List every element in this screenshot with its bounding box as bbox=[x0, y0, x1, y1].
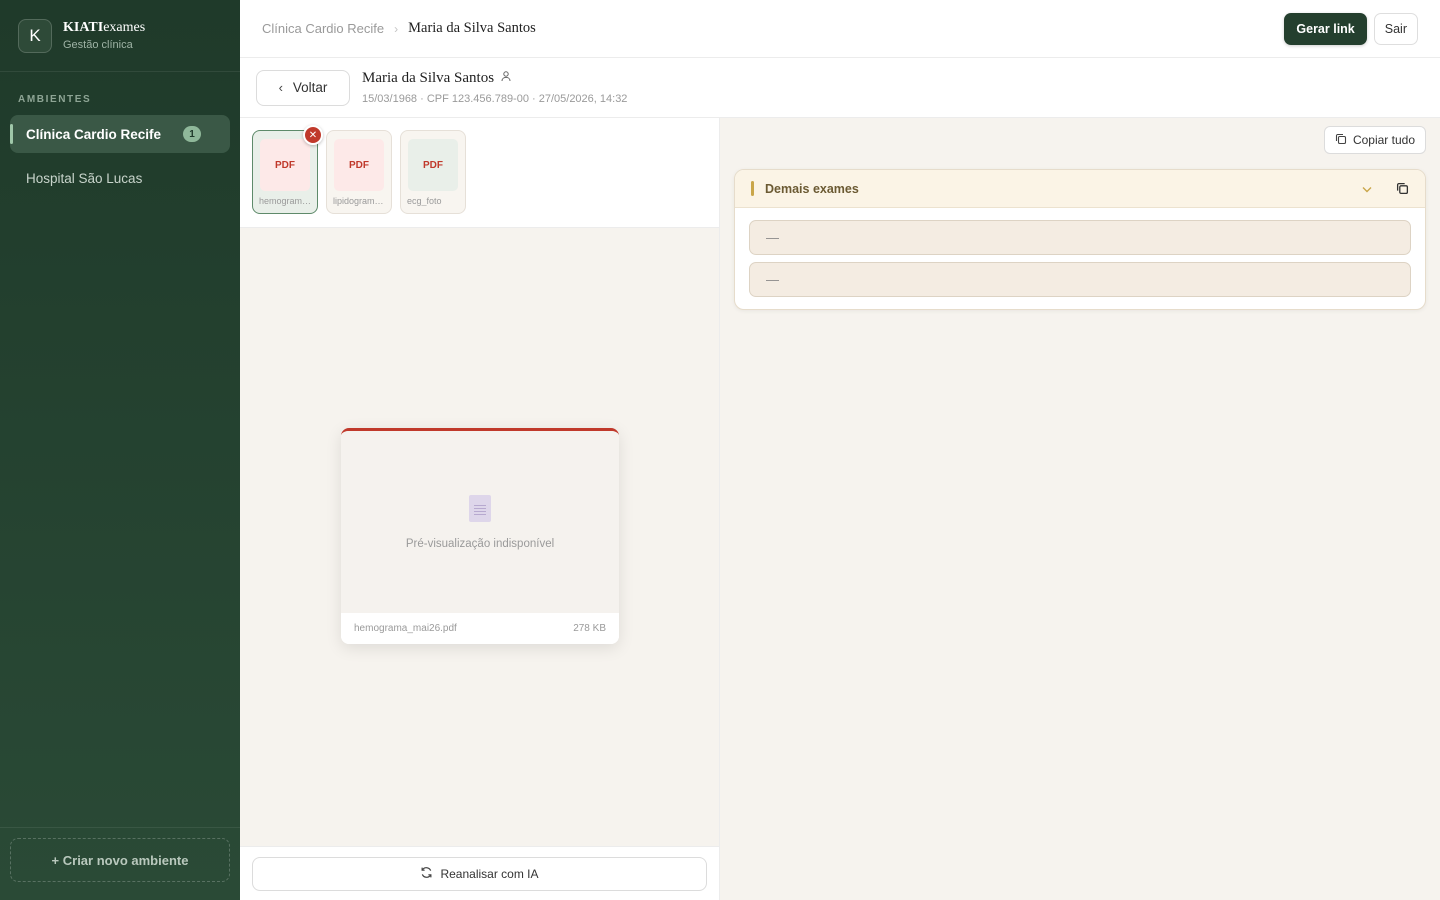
chevron-down-icon[interactable] bbox=[1362, 182, 1372, 196]
file-thumbnail-label: ecg_foto bbox=[407, 196, 442, 206]
refresh-icon bbox=[420, 866, 433, 882]
file-thumbnail[interactable]: PDF ecg_foto bbox=[400, 130, 466, 214]
user-icon bbox=[500, 70, 512, 87]
pdf-icon: PDF bbox=[334, 139, 384, 191]
breadcrumb: Clínica Cardio Recife › Maria da Silva S… bbox=[262, 20, 536, 37]
copy-icon[interactable] bbox=[1396, 182, 1409, 195]
exam-result-field[interactable]: — bbox=[749, 220, 1411, 255]
remove-file-icon[interactable]: ✕ bbox=[303, 125, 323, 145]
file-preview-card[interactable]: Pré-visualização indisponível hemograma_… bbox=[341, 428, 619, 644]
patient-meta: 15/03/1968 · CPF 123.456.789-00 · 27/05/… bbox=[362, 93, 628, 105]
exam-section-header[interactable]: Demais exames bbox=[735, 170, 1425, 208]
brand-logo: K bbox=[18, 18, 52, 53]
copy-all-button[interactable]: Copiar tudo bbox=[1323, 126, 1426, 154]
logout-button[interactable]: Sair bbox=[1373, 12, 1418, 45]
count-badge: 1 bbox=[183, 126, 202, 142]
patient-name: Maria da Silva Santos bbox=[362, 70, 495, 86]
preview-filesize: 278 KB bbox=[573, 623, 606, 634]
exam-result-field[interactable]: — bbox=[749, 262, 1411, 297]
breadcrumb-separator-icon: › bbox=[394, 21, 399, 36]
pdf-icon: PDF bbox=[260, 139, 310, 191]
sidebar-item-hospital-sao-lucas[interactable]: Hospital São Lucas bbox=[10, 159, 230, 197]
exam-section-title: Demais exames bbox=[765, 181, 859, 196]
breadcrumb-item-patient: Maria da Silva Santos bbox=[408, 20, 536, 36]
brand: K KIATIexames Gestão clínica bbox=[0, 0, 240, 72]
sidebar-item-label: Hospital São Lucas bbox=[26, 170, 143, 186]
file-thumbnail[interactable]: PDF lipidogram… bbox=[326, 130, 392, 214]
back-button[interactable]: ‹ Voltar bbox=[256, 69, 350, 106]
sidebar-item-clinica-cardio-recife[interactable]: Clínica Cardio Recife 1 bbox=[10, 115, 230, 153]
breadcrumb-item-environment[interactable]: Clínica Cardio Recife bbox=[262, 21, 384, 36]
create-environment-button[interactable]: + Criar novo ambiente bbox=[10, 838, 230, 882]
thumbnail-strip: PDF hemogram… ✕ PDF lipidogram… PDF ecg_… bbox=[240, 118, 719, 228]
generate-link-button[interactable]: Gerar link bbox=[1284, 12, 1367, 45]
patient-header: ‹ Voltar Maria da Silva Santos 15/03/196… bbox=[240, 58, 1440, 118]
sidebar: K KIATIexames Gestão clínica AMBIENTES C… bbox=[0, 0, 240, 900]
files-pane: PDF hemogram… ✕ PDF lipidogram… PDF ecg_… bbox=[240, 118, 720, 900]
results-pane: Copiar tudo Demais exames — — bbox=[720, 118, 1440, 900]
exam-section-card: Demais exames — — bbox=[734, 169, 1426, 310]
document-icon bbox=[469, 494, 491, 522]
copy-icon bbox=[1335, 133, 1347, 148]
reanalyze-button[interactable]: Reanalisar com IA bbox=[252, 857, 707, 891]
file-thumbnail-label: hemogram… bbox=[259, 196, 312, 206]
preview-message: Pré-visualização indisponível bbox=[405, 537, 555, 550]
sidebar-item-label: Clínica Cardio Recife bbox=[26, 126, 162, 142]
brand-subtitle: Gestão clínica bbox=[63, 39, 133, 51]
chevron-left-icon: ‹ bbox=[278, 80, 283, 95]
topbar: Clínica Cardio Recife › Maria da Silva S… bbox=[240, 0, 1440, 58]
brand-name: KIATIexames bbox=[63, 20, 146, 35]
file-thumbnail-label: lipidogram… bbox=[333, 196, 384, 206]
section-label-ambientes: AMBIENTES bbox=[18, 94, 92, 105]
preview-filename: hemograma_mai26.pdf bbox=[354, 623, 457, 634]
file-thumbnail[interactable]: PDF hemogram… ✕ bbox=[252, 125, 323, 214]
pdf-icon: PDF bbox=[408, 139, 458, 191]
